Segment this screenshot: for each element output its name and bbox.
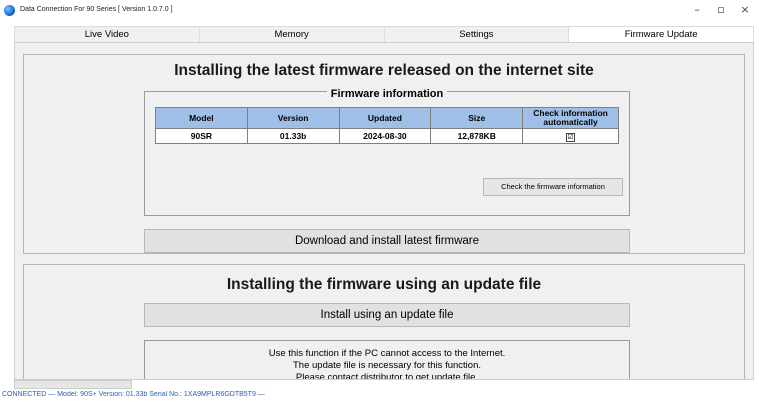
cell-size: 12,878KB <box>430 128 524 144</box>
internet-update-section: Installing the latest firmware released … <box>23 54 745 254</box>
table-header-row: Model Version Updated Size Check informa… <box>155 107 619 129</box>
header-size: Size <box>430 107 524 129</box>
maximize-button[interactable]: ▫ <box>712 2 730 18</box>
internet-section-title: Installing the latest firmware released … <box>174 62 594 79</box>
file-update-section: Installing the firmware using an update … <box>23 264 745 380</box>
tab-bar: Live Video Memory Settings Firmware Upda… <box>14 26 754 43</box>
info-line: Please contact distributor to get update… <box>295 372 479 380</box>
info-line: Use this function if the PC cannot acces… <box>268 348 506 359</box>
title-bar: Data Connection For 90 Series [ Version … <box>0 0 759 22</box>
cell-updated: 2024-08-30 <box>338 128 432 144</box>
firmware-table: Model Version Updated Size Check informa… <box>155 107 619 144</box>
auto-check-checkbox[interactable]: ☑ <box>566 132 576 142</box>
window-title: Data Connection For 90 Series [ Version … <box>20 6 173 13</box>
minimize-button[interactable]: – <box>688 2 706 18</box>
cell-auto-check: ☑ <box>522 128 619 144</box>
header-auto-check: Check information automatically <box>522 107 619 129</box>
header-updated: Updated <box>338 107 432 129</box>
close-button[interactable]: × <box>736 2 754 18</box>
firmware-update-panel: Installing the latest firmware released … <box>14 42 754 380</box>
firmware-information-group: Firmware information Model Version Updat… <box>144 88 630 216</box>
tab-settings[interactable]: Settings <box>383 26 569 43</box>
firmware-information-legend: Firmware information <box>326 88 448 100</box>
info-line: The update file is necessary for this fu… <box>293 360 481 371</box>
tab-live-video[interactable]: Live Video <box>14 26 199 43</box>
download-install-button[interactable]: Download and install latest firmware <box>144 229 630 253</box>
app-globe-icon <box>4 5 15 16</box>
tab-firmware-update[interactable]: Firmware Update <box>568 26 754 43</box>
header-model: Model <box>155 107 248 129</box>
cell-version: 01.33b <box>246 128 340 144</box>
table-row: 90SR 01.33b 2024-08-30 12,878KB ☑ <box>155 128 619 144</box>
check-firmware-button[interactable]: Check the firmware information <box>483 178 623 196</box>
file-section-title: Installing the firmware using an update … <box>226 276 542 293</box>
header-version: Version <box>246 107 340 129</box>
status-bar: CONNECTED — Model: 90S+ Version: 01.33b … <box>2 391 265 398</box>
update-file-info: Use this function if the PC cannot acces… <box>144 340 630 380</box>
install-update-file-button[interactable]: Install using an update file <box>144 303 630 327</box>
horizontal-scrollbar[interactable] <box>14 380 132 389</box>
tab-memory[interactable]: Memory <box>198 26 384 43</box>
cell-model: 90SR <box>155 128 248 144</box>
